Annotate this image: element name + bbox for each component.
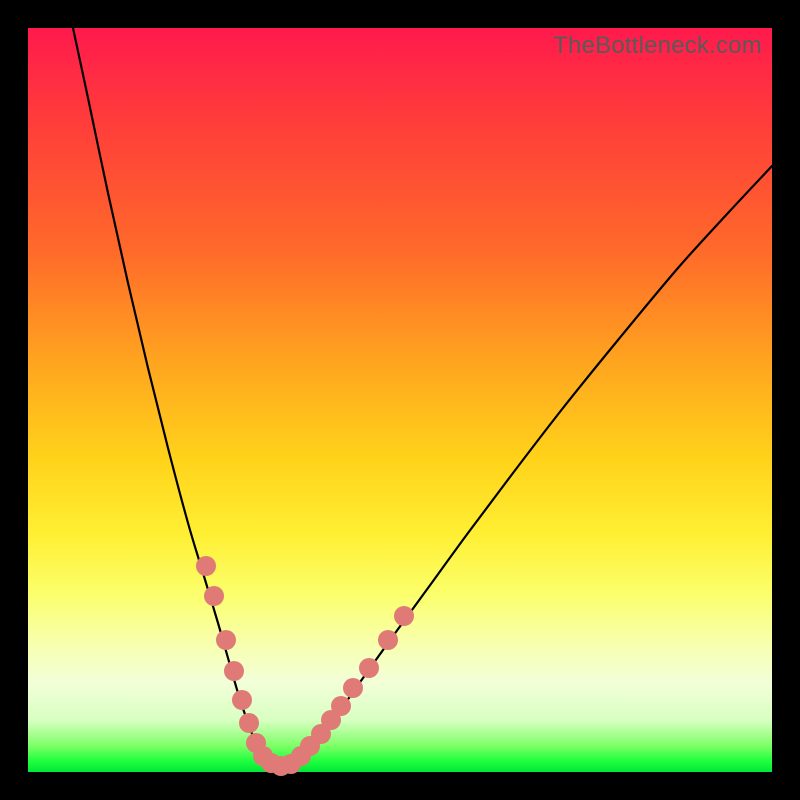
data-point xyxy=(343,678,363,698)
data-point xyxy=(359,658,379,678)
chart-frame: TheBottleneck.com xyxy=(0,0,800,800)
bottleneck-curve xyxy=(73,28,772,766)
data-point xyxy=(394,606,414,626)
data-point xyxy=(232,690,252,710)
data-point xyxy=(196,556,216,576)
data-point xyxy=(378,630,398,650)
data-point xyxy=(224,661,244,681)
data-point xyxy=(204,586,224,606)
data-point xyxy=(331,696,351,716)
plot-area: TheBottleneck.com xyxy=(28,28,772,772)
data-point-group xyxy=(196,556,414,776)
data-point xyxy=(239,713,259,733)
chart-svg xyxy=(28,28,772,772)
data-point xyxy=(216,630,236,650)
